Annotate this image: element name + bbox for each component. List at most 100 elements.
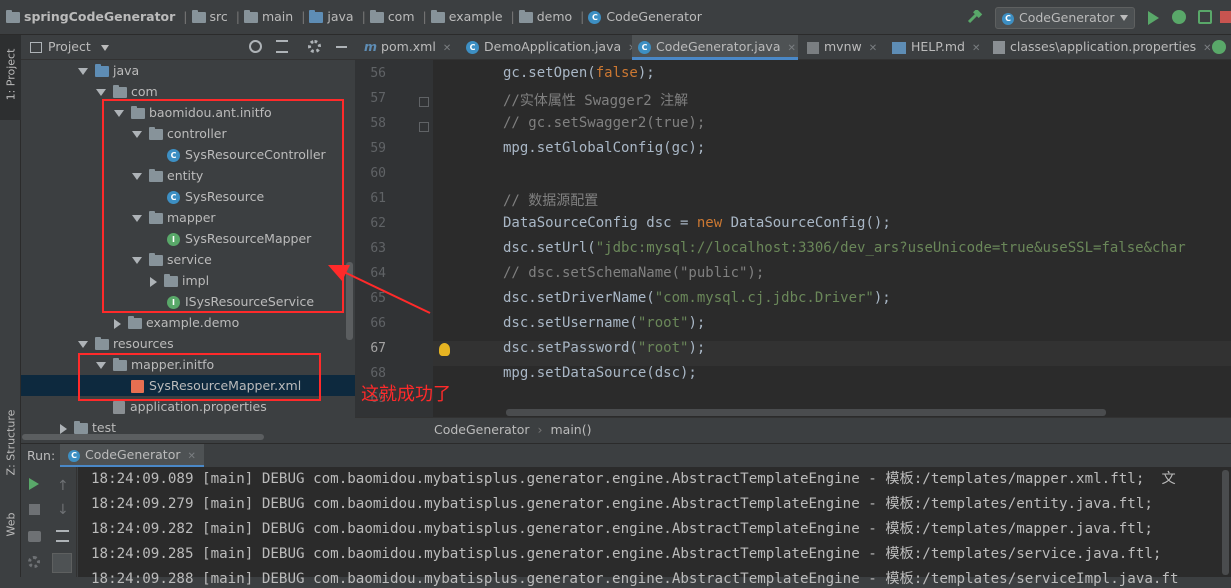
run-icon[interactable] (1148, 11, 1159, 25)
run-tab[interactable]: C CodeGenerator ✕ (60, 444, 204, 467)
breadcrumb-separator-icon: | (235, 9, 240, 24)
tree-item-label: java (113, 63, 140, 78)
breadcrumb-demo[interactable]: demo (537, 9, 572, 24)
code-line[interactable]: DataSourceConfig dsc = new DataSourceCon… (503, 215, 891, 231)
stop-icon[interactable] (29, 504, 40, 515)
tree-horizontal-scrollbar[interactable] (22, 434, 264, 440)
code-token: dsc.setDriverName( (503, 290, 655, 306)
breadcrumb-main[interactable]: main (262, 9, 293, 24)
close-icon[interactable]: ✕ (972, 43, 980, 54)
close-icon[interactable]: ✕ (869, 43, 877, 54)
code-token: dsc.setPassword( (503, 340, 638, 356)
close-icon[interactable]: ✕ (187, 451, 195, 462)
stop-icon[interactable] (1220, 11, 1231, 23)
breadcrumb-separator-icon: | (361, 9, 366, 24)
soft-wrap-icon[interactable] (56, 530, 69, 542)
console-vertical-scrollbar[interactable] (1222, 470, 1229, 575)
console-log-line: 18:24:09.285 [main] DEBUG com.baomidou.m… (91, 546, 1162, 562)
breadcrumb-separator-icon: | (510, 9, 515, 24)
hide-panel-icon[interactable] (336, 46, 347, 48)
tree-item-example-demo[interactable]: example.demo (114, 312, 239, 333)
class-icon: C (638, 41, 651, 54)
line-number: 67 (370, 341, 386, 356)
code-line[interactable]: // gc.setSwagger2(true); (503, 115, 705, 131)
code-line[interactable]: // 数据源配置 (503, 190, 598, 210)
more-tabs-icon[interactable] (1212, 40, 1226, 54)
close-icon[interactable]: ✕ (1203, 43, 1211, 54)
code-line[interactable]: dsc.setUrl("jdbc:mysql://localhost:3306/… (503, 240, 1186, 256)
code-token: "root" (637, 340, 689, 356)
tab-pom-xml[interactable]: m pom.xml ✕ (358, 35, 458, 60)
tab-mvnw[interactable]: mvnw ✕ (801, 35, 883, 60)
breadcrumb-separator-icon: › (537, 422, 543, 437)
side-tab-web-label[interactable]: Web (5, 502, 18, 548)
gear-icon[interactable] (308, 40, 321, 53)
breadcrumb-com[interactable]: com (388, 9, 415, 24)
folder-icon (243, 10, 258, 23)
breadcrumb-example[interactable]: example (449, 9, 503, 24)
chevron-down-icon (100, 44, 109, 51)
console-log-line: 18:24:09.282 [main] DEBUG com.baomidou.m… (91, 521, 1153, 537)
fold-marker-icon[interactable] (419, 97, 429, 107)
tab-codegenerator[interactable]: C CodeGenerator.java ✕ (632, 35, 798, 60)
crosshair-icon[interactable] (249, 40, 262, 53)
project-panel-title[interactable]: Project (30, 39, 109, 55)
lightbulb-icon[interactable] (439, 343, 450, 356)
code-token: dsc.setUrl( (503, 240, 596, 256)
project-view-icon (30, 42, 42, 53)
properties-file-icon (993, 41, 1005, 54)
resources-folder-icon (95, 337, 109, 350)
code-line[interactable]: dsc.setPassword("root"); (503, 340, 705, 356)
code-line[interactable]: // dsc.setSchemaName("public"); (503, 265, 764, 281)
tree-item-label: test (92, 420, 117, 435)
code-line[interactable]: dsc.setDriverName("com.mysql.cj.jdbc.Dri… (503, 290, 891, 306)
tab-application-properties[interactable]: classes\application.properties ✕ (987, 35, 1212, 60)
coverage-icon[interactable] (1198, 10, 1212, 24)
rerun-icon[interactable] (29, 478, 39, 490)
close-icon[interactable]: ✕ (788, 43, 796, 54)
tab-label: DemoApplication.java (484, 39, 622, 54)
code-line[interactable]: dsc.setUsername("root"); (503, 315, 705, 331)
down-arrow-icon[interactable]: ↓ (57, 502, 69, 518)
editor-horizontal-scrollbar[interactable] (506, 409, 1106, 416)
code-token: "com.mysql.cj.jdbc.Driver" (654, 290, 874, 306)
run-config-label: CodeGenerator (1019, 10, 1115, 25)
editor-breadcrumb-class[interactable]: CodeGenerator (434, 422, 529, 437)
run-config-select[interactable]: C CodeGenerator (995, 7, 1135, 29)
line-number: 62 (370, 216, 386, 231)
line-number: 60 (370, 166, 386, 181)
collapse-all-icon[interactable] (276, 40, 288, 53)
markdown-icon (892, 41, 906, 54)
code-token: new (696, 215, 723, 231)
debug-bug-icon[interactable] (1172, 10, 1186, 24)
code-line[interactable]: gc.setOpen(false); (503, 65, 655, 81)
tree-item-label: com (131, 84, 158, 99)
code-line[interactable]: //实体属性 Swagger2 注解 (503, 90, 688, 110)
breadcrumb-java[interactable]: java (327, 9, 353, 24)
breadcrumb-src[interactable]: src (210, 9, 228, 24)
tree-item-resources[interactable]: resources (78, 333, 174, 354)
code-line[interactable]: mpg.setDataSource(dsc); (503, 365, 697, 381)
fold-marker-icon[interactable] (419, 122, 429, 132)
breadcrumb-file[interactable]: CodeGenerator (606, 9, 701, 24)
breadcrumb-project[interactable]: springCodeGenerator (24, 9, 175, 24)
properties-file-icon (113, 401, 125, 414)
folder-icon (95, 64, 109, 77)
highlight-box-mapper-xml (78, 353, 321, 401)
settings-icon[interactable] (28, 556, 40, 568)
code-line[interactable]: mpg.setGlobalConfig(gc); (503, 140, 705, 156)
close-icon[interactable]: ✕ (443, 43, 451, 54)
breadcrumb-separator-icon: | (580, 9, 585, 24)
build-hammer-icon[interactable] (967, 8, 983, 24)
tree-item-java[interactable]: java (78, 60, 139, 81)
tab-demoapplication[interactable]: CDemoApplication.java✕ (460, 35, 637, 60)
code-token: //实体属性 Swagger2 注解 (503, 93, 689, 109)
tab-help-md[interactable]: HELP.md ✕ (886, 35, 984, 60)
scroll-to-end-icon[interactable] (52, 553, 72, 573)
breadcrumb-separator-icon: | (422, 9, 427, 24)
camera-icon[interactable] (28, 531, 41, 542)
up-arrow-icon[interactable]: ↑ (57, 478, 69, 494)
project-panel-title-label: Project (48, 39, 91, 54)
editor-breadcrumb-method[interactable]: main() (550, 422, 591, 437)
side-tab-structure-label[interactable]: Z: Structure (5, 402, 18, 484)
